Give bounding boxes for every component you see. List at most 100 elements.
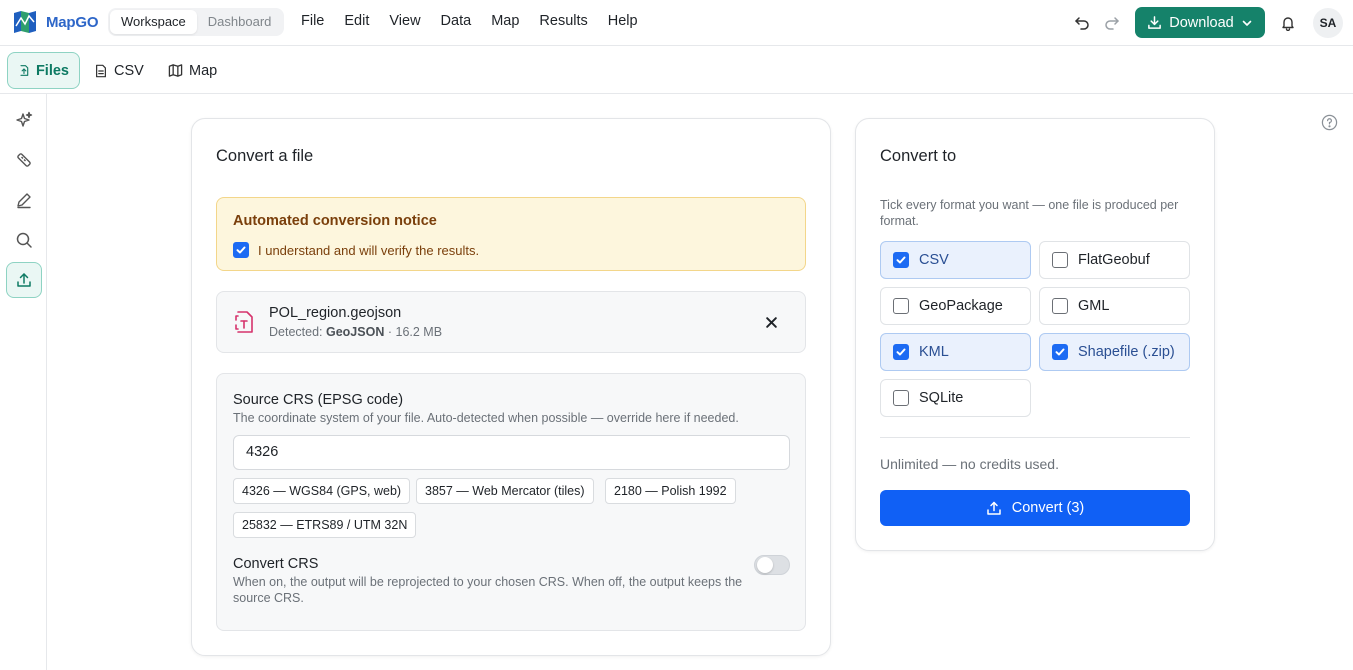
tab-files[interactable]: Files (7, 52, 80, 89)
tab-files-label: Files (35, 62, 69, 79)
format-label-sqlite: SQLite (919, 390, 964, 406)
search-icon (16, 232, 32, 248)
app-logo[interactable]: MapGO (13, 10, 99, 34)
file-upload-icon (20, 65, 29, 76)
download-button[interactable]: Download (1135, 7, 1265, 38)
convert-crs-toggle[interactable] (754, 555, 790, 575)
menu-edit[interactable]: Edit (344, 13, 369, 29)
conversion-notice: Automated conversion notice I understand… (216, 197, 806, 271)
geojson-file-icon (235, 311, 253, 333)
mode-switch: Workspace Dashboard (108, 8, 285, 36)
crs-settings: Source CRS (EPSG code) The coordinate sy… (216, 373, 806, 631)
rail-measure-button[interactable] (6, 142, 42, 178)
menu-bar: File Edit View Data Map Results Help (301, 13, 658, 29)
download-icon (1148, 16, 1162, 29)
undo-icon (1075, 16, 1089, 30)
top-bar: MapGO Workspace Dashboard File Edit View… (0, 0, 1353, 46)
notifications-button[interactable] (1273, 8, 1303, 38)
convert-button-label: Convert (3) (1011, 500, 1085, 516)
help-icon[interactable] (1321, 114, 1338, 131)
notice-ack-row[interactable]: I understand and will verify the results… (233, 242, 479, 258)
sparkles-icon (16, 111, 33, 127)
format-option-gml[interactable]: GML (1039, 287, 1190, 325)
app-name: MapGO (46, 13, 99, 31)
source-crs-input[interactable]: 4326 (233, 435, 790, 470)
file-name: POL_region.geojson (269, 305, 402, 321)
redo-button[interactable] (1097, 8, 1127, 38)
mode-dashboard[interactable]: Dashboard (197, 10, 283, 34)
file-detected-prefix: Detected: (269, 325, 323, 339)
rail-draw-button[interactable] (6, 182, 42, 218)
tab-csv[interactable]: CSV (84, 52, 154, 89)
format-label-kml: KML (919, 344, 949, 360)
file-meta-separator: · (387, 325, 393, 339)
format-checkbox-flatgeobuf[interactable] (1052, 252, 1068, 268)
checkmark-icon (1055, 348, 1065, 356)
format-option-sqlite[interactable]: SQLite (880, 379, 1031, 417)
format-checkbox-geopackage[interactable] (893, 298, 909, 314)
crs-preset-25832[interactable]: 25832 — ETRS89 / UTM 32N (233, 512, 417, 538)
convert-to-hint: Tick every format you want — one file is… (880, 198, 1179, 228)
format-option-geopackage[interactable]: GeoPackage (880, 287, 1031, 325)
convert-to-card: Convert to Tick every format you want — … (855, 118, 1215, 551)
mode-workspace[interactable]: Workspace (110, 10, 197, 34)
tool-rail (0, 94, 47, 670)
download-label: Download (1169, 14, 1234, 31)
file-format: GeoJSON (326, 325, 385, 339)
close-icon[interactable] (765, 316, 778, 329)
crs-preset-3857[interactable]: 3857 — Web Mercator (tiles) (416, 478, 594, 504)
upload-icon (17, 273, 31, 287)
rail-ai-button[interactable] (6, 102, 42, 138)
map-logo-icon (14, 11, 36, 33)
convert-crs-hint: When on, the output will be reprojected … (233, 575, 743, 605)
menu-data[interactable]: Data (441, 13, 472, 29)
divider (880, 437, 1190, 438)
convert-file-title: Convert a file (216, 147, 314, 165)
format-option-flatgeobuf[interactable]: FlatGeobuf (1039, 241, 1190, 279)
menu-help[interactable]: Help (608, 13, 638, 29)
tab-map-label: Map (189, 62, 218, 79)
convert-file-card: Convert a file Automated conversion noti… (191, 118, 831, 656)
selected-file: POL_region.geojson Detected: GeoJSON · 1… (216, 291, 806, 353)
toggle-knob (757, 557, 773, 573)
avatar[interactable]: SA (1313, 7, 1343, 38)
file-size: 16.2 MB (395, 325, 443, 339)
pencil-icon (17, 193, 31, 209)
source-crs-label: Source CRS (EPSG code) (233, 392, 404, 408)
format-checkbox-csv[interactable] (893, 252, 909, 268)
notice-title: Automated conversion notice (233, 213, 437, 229)
menu-file[interactable]: File (301, 13, 324, 29)
rail-search-button[interactable] (6, 222, 42, 258)
format-option-kml[interactable]: KML (880, 333, 1031, 371)
convert-to-title: Convert to (880, 147, 957, 165)
format-checkbox-gml[interactable] (1052, 298, 1068, 314)
file-tabs-bar: Files CSV Map (0, 46, 1353, 94)
source-crs-hint: The coordinate system of your file. Auto… (233, 411, 739, 425)
format-option-csv[interactable]: CSV (880, 241, 1031, 279)
top-actions: Download SA (1067, 7, 1343, 38)
menu-results[interactable]: Results (539, 13, 587, 29)
notice-ack-checkbox[interactable] (233, 242, 249, 258)
bell-icon (1282, 16, 1294, 31)
format-option-shapefile[interactable]: Shapefile (.zip) (1039, 333, 1190, 371)
rail-upload-button[interactable] (6, 262, 42, 298)
format-checkbox-sqlite[interactable] (893, 390, 909, 406)
ruler-icon (17, 153, 31, 167)
redo-icon (1105, 16, 1119, 30)
format-label-geopackage: GeoPackage (919, 298, 1003, 314)
format-checkbox-kml[interactable] (893, 344, 909, 360)
format-label-csv: CSV (919, 252, 949, 268)
crs-preset-2180[interactable]: 2180 — Polish 1992 (605, 478, 736, 504)
credits-status: Unlimited — no credits used. (880, 456, 1059, 472)
tab-map[interactable]: Map (158, 52, 227, 89)
convert-button[interactable]: Convert (3) (880, 490, 1190, 526)
menu-view[interactable]: View (389, 13, 420, 29)
undo-button[interactable] (1067, 8, 1097, 38)
convert-crs-label: Convert CRS (233, 556, 319, 572)
format-label-flatgeobuf: FlatGeobuf (1078, 252, 1150, 268)
chevron-down-icon (1242, 20, 1252, 26)
notice-ack-label: I understand and will verify the results… (258, 242, 480, 258)
format-checkbox-shapefile[interactable] (1052, 344, 1068, 360)
crs-preset-4326[interactable]: 4326 — WGS84 (GPS, web) (233, 478, 411, 504)
menu-map[interactable]: Map (491, 13, 519, 29)
